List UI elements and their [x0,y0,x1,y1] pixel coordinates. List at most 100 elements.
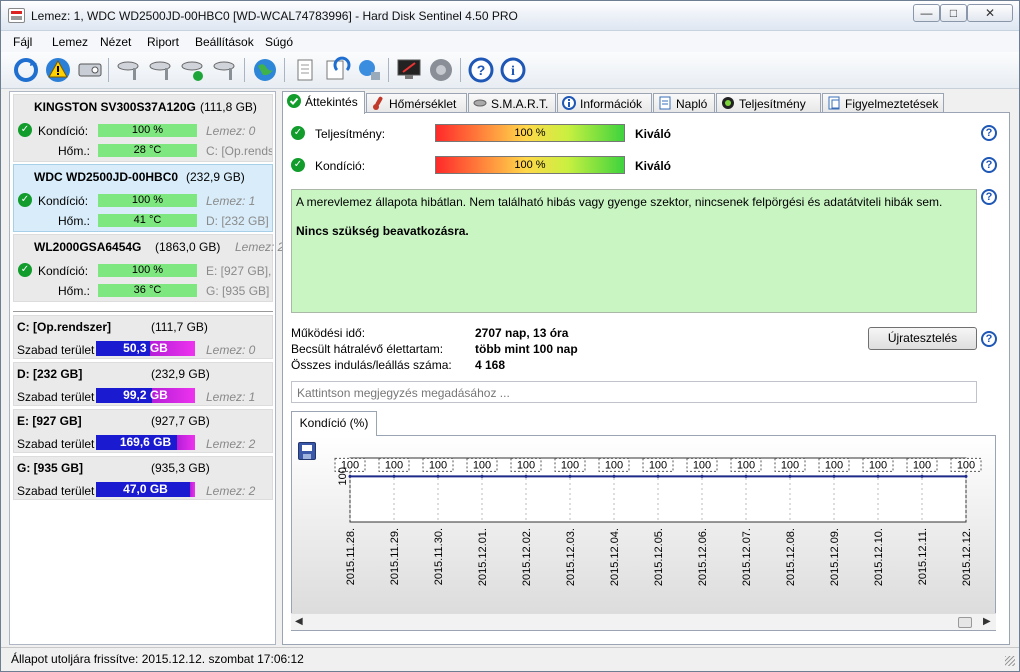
condition-label: Kondíció: [38,264,89,278]
toolbar: ? i [1,52,1019,89]
disk-volumes: D: [232 GB] [206,214,269,228]
toolbar-separator [244,58,245,82]
menu-view[interactable]: Nézet [100,35,131,49]
help-icon[interactable]: ? [981,125,997,141]
volume-size: (927,7 GB) [151,414,210,428]
volume-item-d[interactable]: D: [232 GB] (232,9 GB) Szabad terület 99… [13,362,273,406]
disk-size: (232,9 GB) [186,170,245,184]
condition-value: 100 % [514,159,546,171]
volume-size: (935,3 GB) [151,461,210,475]
condition-rating: Kiváló [635,159,672,173]
disk-icon[interactable] [76,56,104,84]
volume-item-e[interactable]: E: [927 GB] (927,7 GB) Szabad terület 16… [13,409,273,453]
x-tick-label: 2015.11.29. [389,528,401,585]
data-point [920,474,924,478]
scroll-left-icon[interactable]: ◀ [295,616,303,627]
temp-bar: 36 °C [98,284,197,297]
help-icon[interactable]: ? [981,331,997,347]
chart-scrollbar[interactable]: ◀ ▶ [291,613,996,630]
info-icon[interactable]: i [499,56,527,84]
disk-index: Lemez: 1 [206,194,256,208]
app-icon[interactable] [8,8,25,23]
data-point [524,474,528,478]
test-2-icon[interactable] [147,56,175,84]
status-message-box: A merevlemez állapota hibátlan. Nem talá… [291,189,977,313]
refresh-icon[interactable] [12,56,40,84]
data-point [568,474,572,478]
data-label: 100 [649,459,667,471]
report-icon[interactable] [291,56,319,84]
tab-label: Figyelmeztetések [845,97,939,111]
tab-label: Információk [580,97,643,111]
toolbar-separator [284,58,285,82]
note-input[interactable]: Kattintson megjegyzés megadásához ... [291,381,977,403]
save-icon[interactable] [298,442,316,460]
disk-item-wl2000[interactable]: WL2000GSA6454G (1863,0 GB) Lemez: 2 ✓ Ko… [13,234,284,302]
free-space-bar: 169,6 GB [96,435,195,450]
settings-icon[interactable] [395,56,423,84]
network-icon[interactable] [355,56,383,84]
x-tick-label: 2015.12.02. [521,528,533,586]
toolbar-separator [388,58,389,82]
menu-settings[interactable]: Beállítások [195,35,254,49]
thermometer-icon [371,96,385,110]
chart-tab-condition[interactable]: Kondíció (%) [291,411,377,436]
data-label: 100 [869,459,887,471]
tab-log[interactable]: Napló [653,93,715,113]
resize-grip-icon[interactable] [1005,656,1015,666]
tab-smart[interactable]: S.M.A.R.T. [468,93,556,113]
test-4-icon[interactable] [211,56,239,84]
close-button[interactable]: ✕ [967,4,1013,22]
help-icon[interactable]: ? [467,56,495,84]
sound-icon[interactable] [427,56,455,84]
check-icon: ✓ [291,126,305,140]
panel-splitter[interactable] [13,311,273,313]
data-label: 100 [561,459,579,471]
data-label: 100 [957,459,975,471]
disk-item-wdc[interactable]: WDC WD2500JD-00HBC0 (232,9 GB) ✓ Kondíci… [13,164,273,232]
performance-label: Teljesítmény: [315,127,386,141]
scroll-right-icon[interactable]: ▶ [983,616,991,627]
help-icon[interactable]: ? [981,189,997,205]
x-tick-label: 2015.11.30. [433,528,445,585]
help-icon[interactable]: ? [981,157,997,173]
disk-item-kingston[interactable]: KINGSTON SV300S37A120G (111,8 GB) ✓ Kond… [13,94,273,162]
x-tick-label: 2015.12.12. [961,528,973,586]
data-point [744,474,748,478]
alert-icon[interactable] [44,56,72,84]
tab-info[interactable]: Információk [557,93,652,113]
maximize-button[interactable]: □ [940,4,967,22]
data-label: 100 [517,459,535,471]
check-icon: ✓ [291,158,305,172]
send-report-icon[interactable] [323,56,351,84]
tab-alerts[interactable]: Figyelmeztetések [822,93,944,113]
temp-bar: 28 °C [98,144,197,157]
tab-temperature[interactable]: Hőmérséklet [366,93,467,113]
volume-item-g[interactable]: G: [935 GB] (935,3 GB) Szabad terület 47… [13,456,273,500]
x-tick-label: 2015.12.07. [741,528,753,586]
data-point [788,474,792,478]
data-point [480,474,484,478]
menu-file[interactable]: Fájl [13,35,32,49]
title-bar[interactable]: Lemez: 1, WDC WD2500JD-00HBC0 [WD-WCAL74… [1,1,1019,31]
retest-button[interactable]: Újratesztelés [868,327,977,350]
disk-list-panel: KINGSTON SV300S37A120G (111,8 GB) ✓ Kond… [9,91,284,645]
menu-disk[interactable]: Lemez [52,35,88,49]
test-icon[interactable] [115,56,143,84]
data-point [612,474,616,478]
data-label: 100 [781,459,799,471]
tab-performance[interactable]: Teljesítmény [716,93,821,113]
status-text: A merevlemez állapota hibátlan. Nem talá… [296,195,943,209]
tab-overview[interactable]: Áttekintés [282,91,365,114]
volume-item-c[interactable]: C: [Op.rendszer] (111,7 GB) Szabad terül… [13,315,273,359]
x-tick-label: 2015.12.10. [873,528,885,586]
menu-help[interactable]: Súgó [265,35,293,49]
free-space-bar: 99,2 GB [96,388,195,403]
volume-disk-index: Lemez: 2 [206,484,256,498]
globe-icon[interactable] [251,56,279,84]
scroll-thumb[interactable] [958,617,972,628]
test-3-icon[interactable] [179,56,207,84]
minimize-button[interactable]: — [913,4,940,22]
data-point [656,474,660,478]
menu-report[interactable]: Riport [147,35,179,49]
